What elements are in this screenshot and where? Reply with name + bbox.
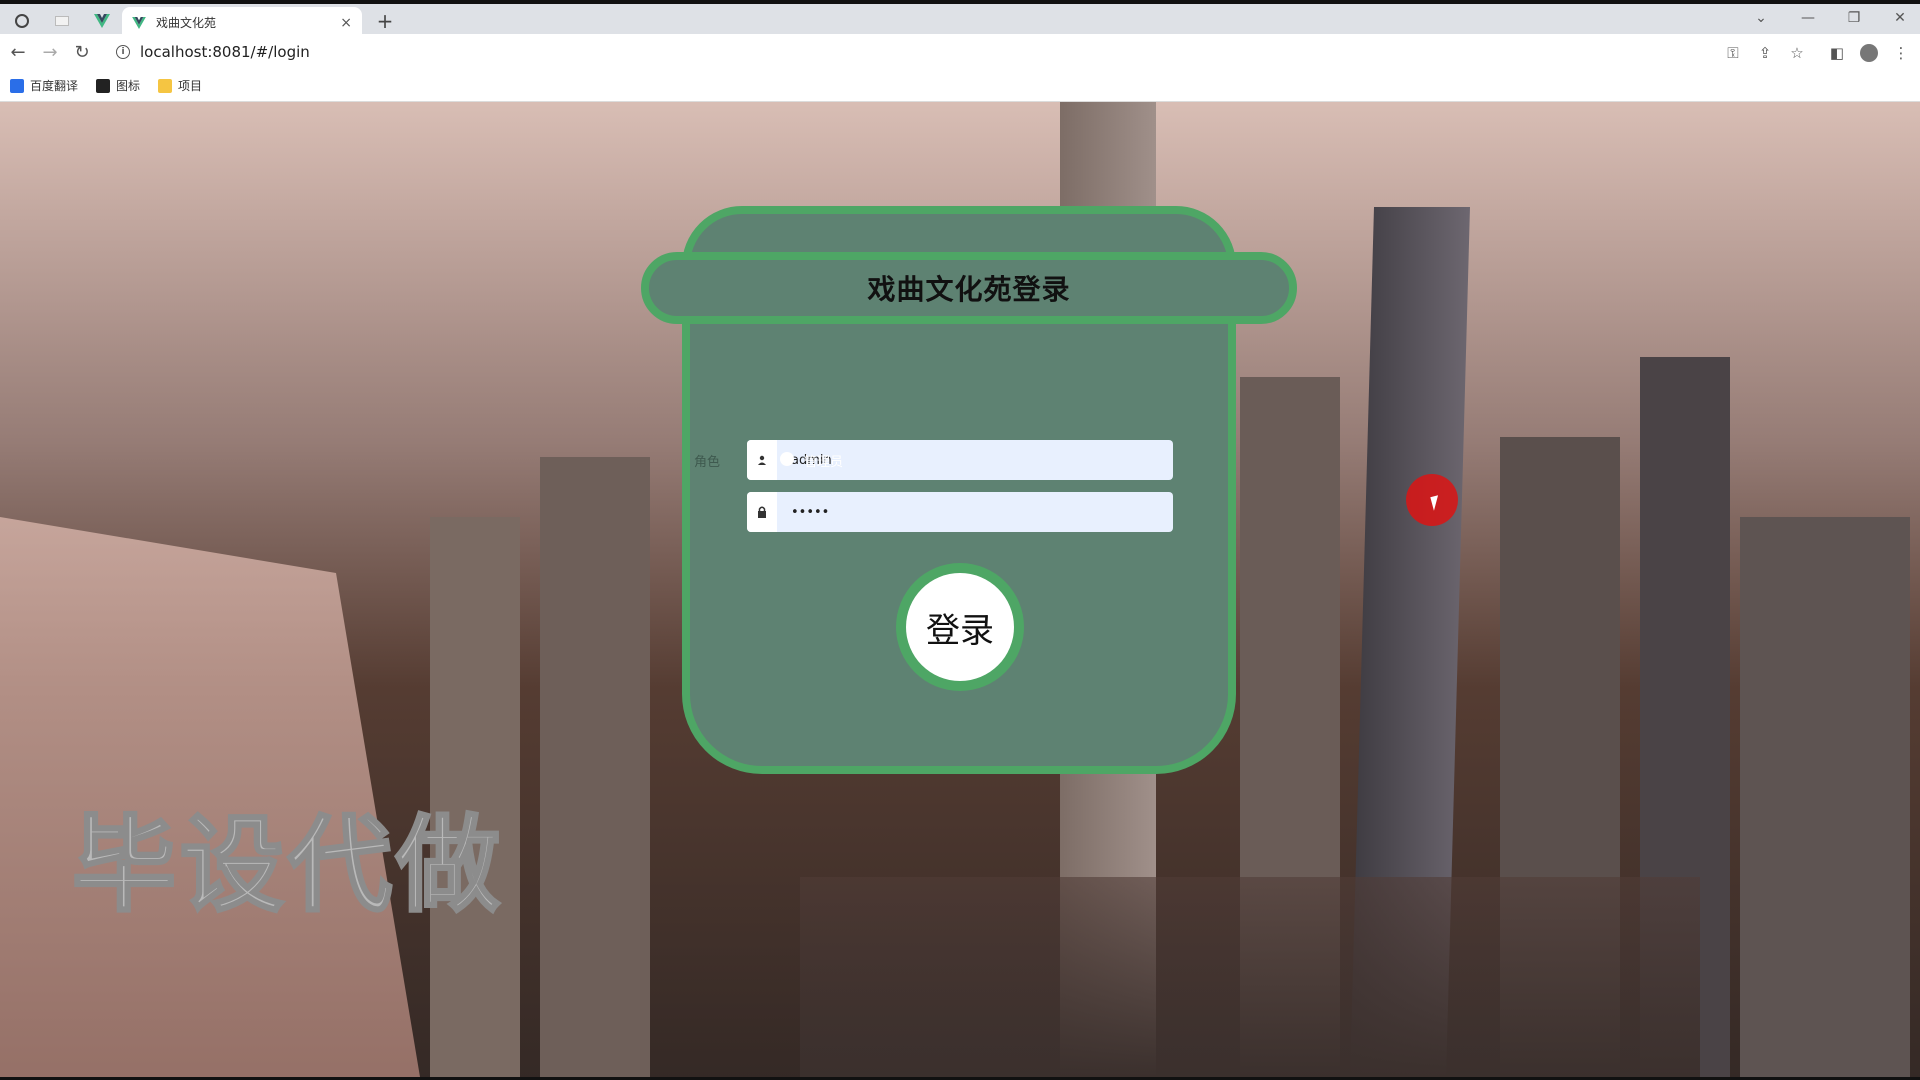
pinned-tab-blank[interactable] <box>48 9 76 33</box>
watermark-text: 毕设代做 <box>70 803 505 928</box>
tab-close-icon[interactable]: × <box>340 15 352 31</box>
role-radio-label[interactable]: 管理员 <box>804 451 843 470</box>
site-info-icon[interactable]: i <box>116 45 130 59</box>
skyline-building <box>800 877 1700 1077</box>
password-input[interactable] <box>777 492 1173 532</box>
profile-avatar-icon[interactable] <box>1858 42 1880 64</box>
star-bookmark-icon[interactable]: ☆ <box>1786 42 1808 64</box>
bookmark-icons[interactable]: 图标 <box>96 77 140 94</box>
bookmarks-bar: 百度翻译 图标 项目 <box>0 70 1920 102</box>
translate-icon <box>10 78 24 93</box>
key-icon[interactable]: ⚿ <box>1722 42 1744 64</box>
login-button-ring: 登录 <box>896 563 1024 691</box>
bookmark-baidu-translate[interactable]: 百度翻译 <box>10 77 78 94</box>
kebab-menu-icon[interactable]: ⋮ <box>1890 42 1912 64</box>
user-icon <box>747 440 777 480</box>
reload-icon[interactable]: ↻ <box>70 40 94 64</box>
restore-icon[interactable]: ❐ <box>1839 10 1869 26</box>
address-bar[interactable]: i localhost:8081/#/login <box>106 38 1726 66</box>
pinned-tab-globe[interactable] <box>8 9 36 33</box>
lock-icon <box>747 492 777 532</box>
vue-logo-icon <box>132 16 146 29</box>
role-radio-admin[interactable] <box>780 452 794 466</box>
minimize-icon[interactable]: — <box>1793 10 1823 26</box>
browser-toolbar: ← → ↻ i localhost:8081/#/login ⚿ ⇪ ☆ ◧ ⋮ <box>0 34 1920 70</box>
blank-page-icon <box>55 16 69 26</box>
login-title-bar: 戏曲文化苑登录 <box>641 252 1297 324</box>
address-url: localhost:8081/#/login <box>140 43 310 61</box>
password-field <box>747 492 1173 532</box>
close-window-icon[interactable]: ✕ <box>1885 10 1915 26</box>
skyline-building <box>1740 517 1910 1077</box>
tab-search-icon[interactable]: ⌄ <box>1746 10 1776 26</box>
back-arrow-icon[interactable]: ← <box>6 40 30 64</box>
bookmark-label: 百度翻译 <box>30 79 79 93</box>
login-button[interactable]: 登录 <box>906 573 1014 681</box>
side-panel-icon[interactable]: ◧ <box>1826 42 1848 64</box>
share-icon[interactable]: ⇪ <box>1754 42 1776 64</box>
bookmark-label: 图标 <box>116 79 141 93</box>
skyline-building <box>540 457 650 1077</box>
vue-logo-icon <box>94 14 110 28</box>
bookmark-projects[interactable]: 项目 <box>158 77 202 94</box>
login-title: 戏曲文化苑登录 <box>867 273 1071 306</box>
new-tab-button[interactable]: + <box>372 9 398 33</box>
globe-icon <box>15 14 29 28</box>
folder-icon <box>158 78 173 93</box>
role-label: 角色 <box>694 455 721 470</box>
image-icon <box>96 78 111 93</box>
pinned-tab-vue[interactable] <box>88 9 116 33</box>
forward-arrow-icon[interactable]: → <box>38 40 62 64</box>
tab-title: 戏曲文化苑 <box>156 16 217 30</box>
tab-strip: 戏曲文化苑 × + ⌄ — ❐ ✕ <box>0 0 1920 38</box>
bookmark-label: 项目 <box>178 79 203 93</box>
